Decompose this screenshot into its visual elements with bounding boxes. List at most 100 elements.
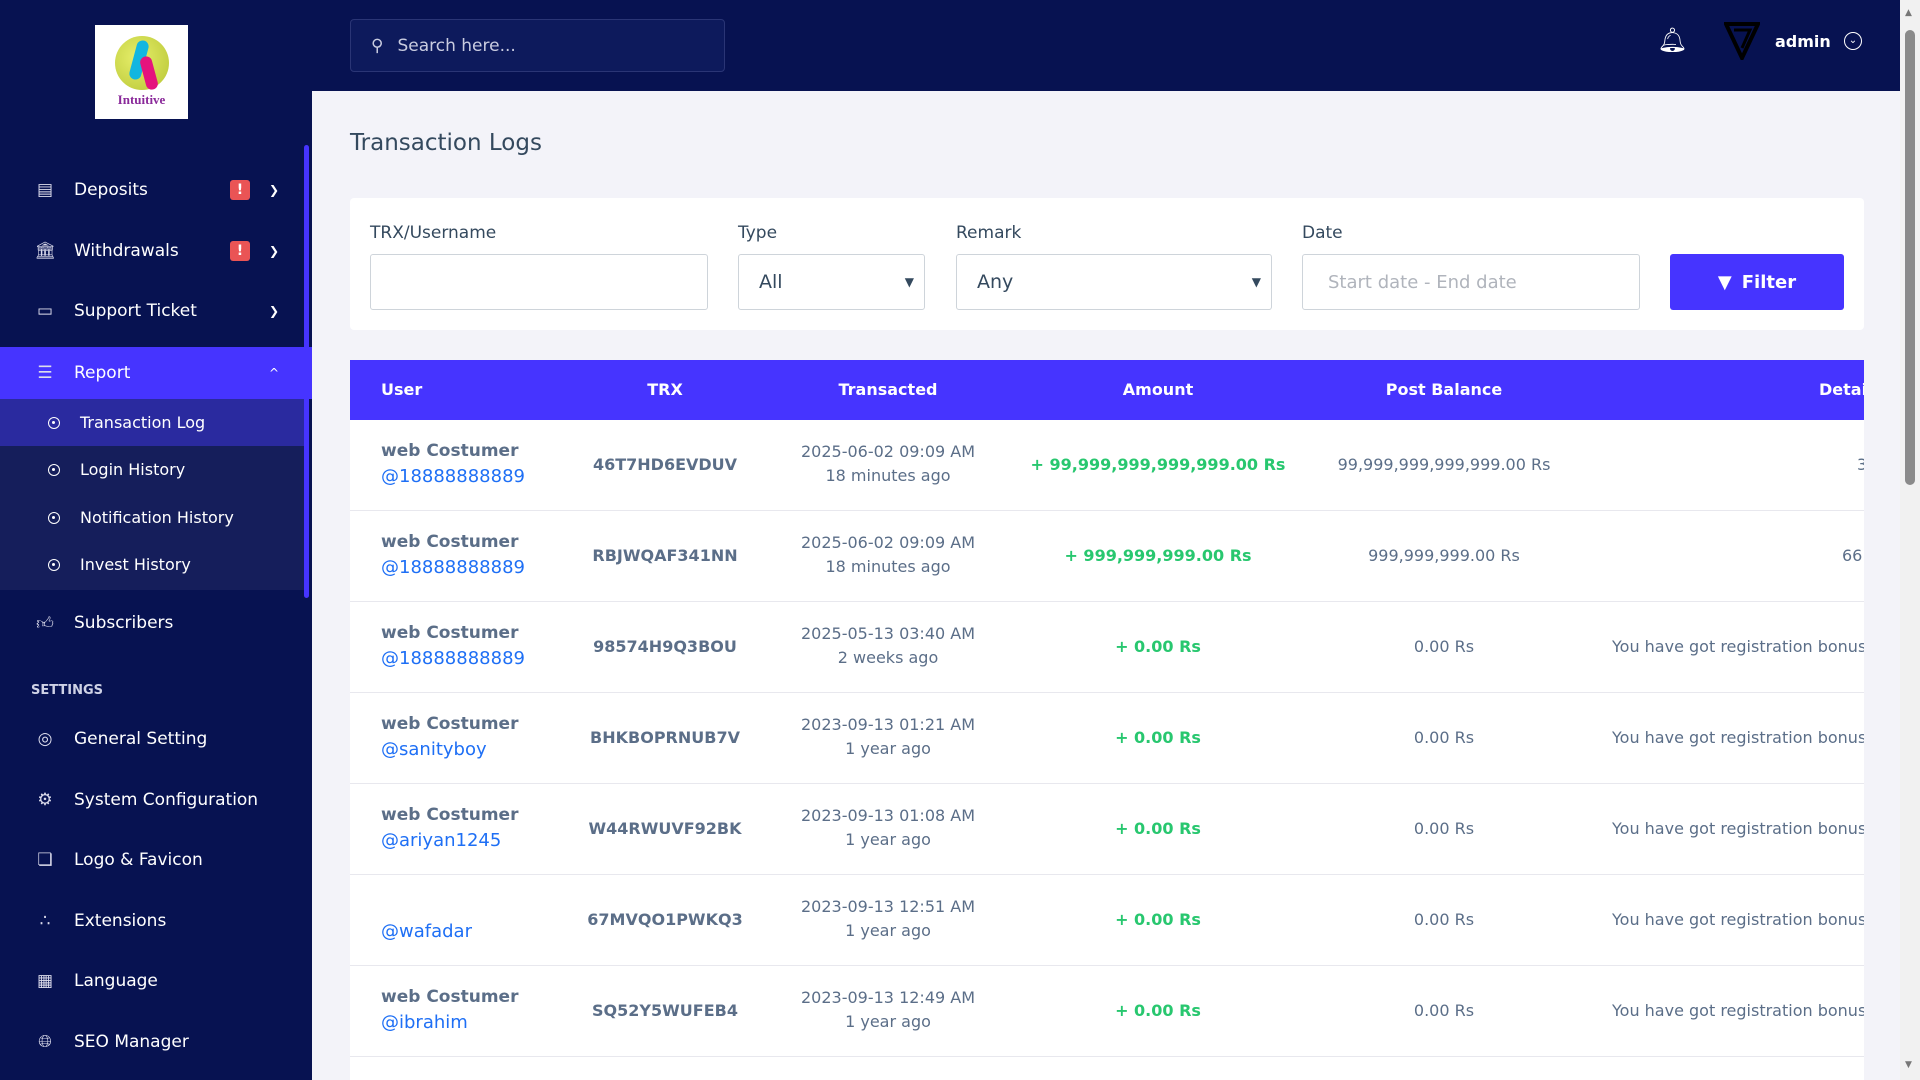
detail: 3: [1857, 455, 1864, 474]
post-balance: 0.00 Rs: [1413, 728, 1475, 747]
filter-icon: ▼: [1717, 271, 1732, 293]
filter-button[interactable]: ▼ Filter: [1670, 254, 1844, 310]
post-balance: 99,999,999,999,999.00 Rs: [1337, 455, 1551, 474]
sidebar-item-seo-manager[interactable]: 🌐︎ SEO Manager: [0, 1017, 304, 1067]
sidebar-item-label: Logo & Favicon: [74, 850, 203, 870]
post-balance: 0.00 Rs: [1413, 819, 1475, 838]
sidebar-item-notification-history[interactable]: Notification History: [0, 494, 304, 541]
sidebar-item-report[interactable]: ☰ Report ^: [0, 347, 312, 399]
sidebar-item-logo-favicon[interactable]: ❏ Logo & Favicon: [0, 835, 304, 885]
scroll-up-icon[interactable]: ▲: [1905, 8, 1912, 18]
dot-circle-icon: [48, 416, 60, 429]
sidebar-item-extensions[interactable]: ∴ Extensions: [0, 896, 304, 946]
ticket-icon: ▭: [36, 301, 54, 321]
user-handle-link[interactable]: @ibrahim: [381, 1012, 468, 1033]
post-balance: 0.00 Rs: [1413, 910, 1475, 929]
sidebar-item-label: Report: [74, 363, 131, 383]
col-transacted: Transacted: [838, 380, 938, 399]
settings-heading: SETTINGS: [31, 683, 104, 698]
transacted-date: 2025-06-02 09:09 AM: [800, 442, 976, 461]
type-value: All: [759, 271, 783, 293]
trx-username-input[interactable]: [370, 254, 708, 310]
sidebar-item-label: Deposits: [74, 180, 148, 200]
transacted-date: 2025-05-13 03:40 AM: [800, 624, 976, 643]
chevron-down-icon: ▼: [1251, 275, 1261, 289]
remark-select[interactable]: Any ▼: [956, 254, 1272, 310]
trx-id: BHKBOPRNUB7V: [590, 728, 740, 747]
sidebar-item-label: Notification History: [80, 508, 234, 527]
user-handle-link[interactable]: @sanityboy: [381, 739, 487, 760]
remark-label: Remark: [956, 223, 1022, 243]
detail: 66: [1842, 546, 1863, 565]
logo-mark: [114, 36, 169, 90]
user-handle-link[interactable]: @18888888889: [381, 466, 525, 487]
col-detail: Detail: [1819, 380, 1864, 399]
scroll-down-icon[interactable]: ▼: [1905, 1060, 1912, 1070]
logo-text: Intuitive: [117, 92, 166, 107]
transacted-date: 2023-09-13 01:21 AM: [800, 715, 976, 734]
sidebar-item-withdrawals[interactable]: 🏛 Withdrawals ! ❯: [0, 226, 304, 276]
transacted-ago: 2 weeks ago: [837, 648, 939, 667]
search-input[interactable]: ⚲ Search here...: [350, 19, 725, 72]
amount: + 99,999,999,999,999.00 Rs: [1030, 455, 1286, 474]
avatar[interactable]: [1724, 20, 1760, 60]
transacted-ago: 18 minutes ago: [825, 557, 951, 576]
sidebar-item-label: Extensions: [74, 911, 167, 931]
user-handle-link[interactable]: @ariyan1245: [381, 830, 501, 851]
chevron-down-circle-icon[interactable]: ⌄: [1844, 32, 1862, 50]
sidebar-item-label: Language: [74, 971, 158, 991]
sidebar-item-transaction-log[interactable]: Transaction Log: [0, 399, 304, 446]
detail: You have got registration bonus: [1612, 1001, 1864, 1020]
transacted-date: 2025-06-02 09:09 AM: [800, 533, 976, 552]
amount: + 999,999,999.00 Rs: [1064, 546, 1252, 565]
sidebar-item-label: Transaction Log: [80, 413, 206, 432]
amount: + 0.00 Rs: [1115, 1001, 1201, 1020]
search-placeholder: Search here...: [397, 35, 516, 56]
sidebar-item-label: Subscribers: [74, 613, 174, 633]
filter-button-label: Filter: [1741, 271, 1797, 293]
sidebar-item-login-history[interactable]: Login History: [0, 446, 304, 493]
sidebar-item-invest-history[interactable]: Invest History: [0, 541, 304, 588]
life-ring-icon: ◎: [37, 729, 53, 749]
alert-badge: !: [230, 241, 250, 261]
amount: + 0.00 Rs: [1115, 819, 1201, 838]
sidebar-item-deposits[interactable]: ▤ Deposits ! ❯: [0, 165, 304, 215]
date-range-input[interactable]: Start date - End date: [1302, 254, 1640, 310]
detail: You have got registration bonus: [1612, 728, 1864, 747]
sidebar-item-subscribers[interactable]: 👍︎ Subscribers: [0, 598, 304, 648]
user-name[interactable]: admin: [1775, 32, 1831, 51]
type-label: Type: [738, 223, 778, 243]
date-placeholder: Start date - End date: [1328, 271, 1517, 293]
user-handle-link[interactable]: @wafadar: [381, 921, 472, 942]
brand-logo[interactable]: Intuitive: [95, 25, 188, 119]
table-row: web Costumer @18888888889 98574H9Q3BOU 2…: [350, 602, 1864, 693]
sidebar-item-label: SEO Manager: [74, 1032, 189, 1052]
col-user: User: [381, 380, 423, 399]
trx-id: 67MVQO1PWKQ3: [587, 910, 743, 929]
detail: You have got registration bonus: [1612, 910, 1864, 929]
page-scrollbar[interactable]: ▲ ▼: [1900, 0, 1920, 1080]
user-handle-link[interactable]: @18888888889: [381, 557, 525, 578]
sidebar-item-language[interactable]: ▦ Language: [0, 956, 304, 1006]
table-row: web Costumer @18888888889 46T7HD6EVDUV 2…: [350, 420, 1864, 511]
sidebar-item-support-ticket[interactable]: ▭ Support Ticket ❯: [0, 286, 304, 336]
list-icon: ☰: [37, 363, 53, 383]
post-balance: 999,999,999.00 Rs: [1368, 546, 1520, 565]
table-row: web Costumer @ariyan1245 W44RWUVF92BK 20…: [350, 784, 1864, 875]
transacted-date: 2023-09-13 01:08 AM: [800, 806, 976, 825]
scrollbar-thumb[interactable]: [1905, 30, 1915, 485]
transacted-ago: 18 minutes ago: [825, 466, 951, 485]
table-row: web Costumer @ibrahim SQ52Y5WUFEB4 2023-…: [350, 966, 1864, 1057]
bell-icon[interactable]: 🔔︎: [1657, 26, 1687, 54]
sidebar-item-label: General Setting: [74, 729, 208, 749]
detail: You have got registration bonus: [1612, 819, 1864, 838]
user-handle-link[interactable]: @18888888889: [381, 648, 525, 669]
sidebar-item-general-setting[interactable]: ◎ General Setting: [0, 714, 304, 764]
sidebar-item-label: Invest History: [80, 555, 191, 574]
user-fullname: web Costumer: [381, 987, 519, 1007]
user-fullname: web Costumer: [381, 532, 519, 552]
transacted-ago: 1 year ago: [845, 1012, 931, 1031]
chevron-down-icon: ❯: [268, 183, 280, 197]
type-select[interactable]: All ▼: [738, 254, 925, 310]
sidebar-item-system-configuration[interactable]: ⚙ System Configuration: [0, 775, 304, 825]
